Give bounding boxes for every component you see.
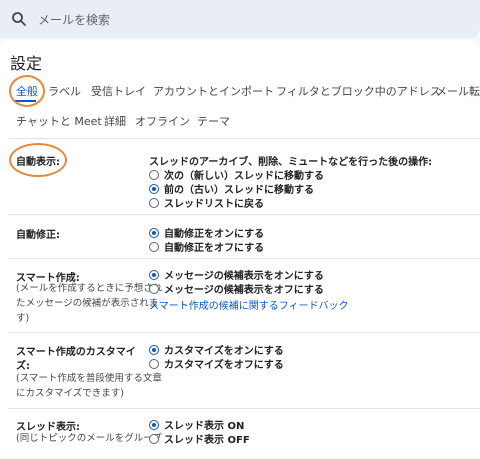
radio-unselected[interactable] (149, 169, 159, 180)
conversation-view-option-off[interactable]: スレッド表示 OFF (149, 432, 250, 446)
radio-unselected[interactable] (149, 283, 159, 294)
smart-compose-description-3: す) (16, 313, 30, 324)
radio-selected[interactable] (149, 269, 159, 280)
option-label: スレッドリストに戻る (164, 199, 264, 210)
radio-selected[interactable] (149, 227, 159, 238)
option-label: スレッド表示 OFF (164, 435, 250, 446)
row-divider (8, 214, 480, 215)
search-input[interactable]: メールを検索 (38, 11, 110, 28)
row-divider (8, 258, 480, 259)
radio-selected[interactable] (149, 183, 159, 194)
tab-chat-meet[interactable]: チャットと Meet (16, 113, 102, 129)
option-label: 自動修正をオンにする (164, 229, 265, 240)
option-label: 前の（古い）スレッドに移動する (164, 185, 314, 196)
smart-compose-description-1: (メールを作成するときに予想され (16, 283, 163, 294)
autocorrect-option-on[interactable]: 自動修正をオンにする (149, 226, 265, 240)
tab-accounts[interactable]: アカウントとインポート (153, 83, 274, 99)
tab-offline[interactable]: オフライン (135, 113, 190, 129)
personalization-description-2: にカスタマイズできます) (16, 388, 124, 399)
tab-labels[interactable]: ラベル (48, 83, 81, 99)
personalization-option-off[interactable]: カスタマイズをオフにする (149, 357, 284, 371)
conversation-view-option-on[interactable]: スレッド表示 ON (149, 418, 245, 432)
tab-forwarding[interactable]: メール転送 (436, 83, 480, 99)
radio-selected[interactable] (149, 344, 159, 355)
smart-compose-feedback-link[interactable]: スマート作成の候補に関するフィードバック (149, 297, 349, 312)
row-divider (8, 408, 480, 409)
page-title: 設定 (10, 54, 43, 73)
option-label: メッセージの候補表示をオフにする (164, 285, 324, 296)
personalization-option-on[interactable]: カスタマイズをオンにする (149, 343, 284, 357)
option-label: スレッド表示 ON (164, 421, 245, 432)
search-bar[interactable]: メールを検索 (0, 0, 480, 38)
smart-compose-option-on[interactable]: メッセージの候補表示をオンにする (149, 268, 324, 282)
annotation-circle-tab (9, 75, 45, 107)
option-label: カスタマイズをオンにする (164, 346, 284, 357)
option-label: メッセージの候補表示をオンにする (164, 271, 324, 282)
radio-unselected[interactable] (149, 433, 159, 444)
row-divider (8, 332, 480, 333)
autocorrect-option-off[interactable]: 自動修正をオフにする (149, 240, 265, 254)
annotation-circle-setting (9, 143, 67, 177)
tab-advanced[interactable]: 詳細 (104, 113, 126, 129)
option-label: 次の（新しい）スレッドに移動する (164, 171, 324, 182)
smart-compose-option-off[interactable]: メッセージの候補表示をオフにする (149, 282, 324, 296)
radio-unselected[interactable] (149, 197, 159, 208)
personalization-description-1: (スマート作成を普段使用する文章 (16, 373, 162, 384)
option-label: カスタマイズをオフにする (164, 360, 284, 371)
tabs-divider (8, 138, 480, 139)
auto-advance-option-list[interactable]: スレッドリストに戻る (149, 196, 264, 210)
tab-themes[interactable]: テーマ (197, 113, 230, 129)
autocorrect-label: 自動修正: (16, 230, 60, 241)
auto-advance-heading: スレッドのアーカイブ、削除、ミュートなどを行った後の操作: (149, 157, 433, 168)
personalization-label-2: ズ: (16, 361, 30, 372)
option-label: 自動修正をオフにする (164, 243, 265, 254)
auto-advance-option-previous[interactable]: 前の（古い）スレッドに移動する (149, 182, 314, 196)
radio-selected[interactable] (149, 419, 159, 430)
radio-unselected[interactable] (149, 358, 159, 369)
conversation-view-description: (同じトピックのメールをグループ (16, 433, 162, 444)
tab-filters[interactable]: フィルタとブロック中のアドレス (276, 83, 441, 99)
smart-compose-description-2: たメッセージの候補が表示されま (16, 298, 159, 309)
search-icon[interactable] (0, 11, 38, 27)
radio-unselected[interactable] (149, 241, 159, 252)
personalization-label-1: スマート作成のカスタマイ (16, 347, 136, 358)
auto-advance-option-next[interactable]: 次の（新しい）スレッドに移動する (149, 168, 324, 182)
tab-inbox[interactable]: 受信トレイ (91, 83, 146, 99)
